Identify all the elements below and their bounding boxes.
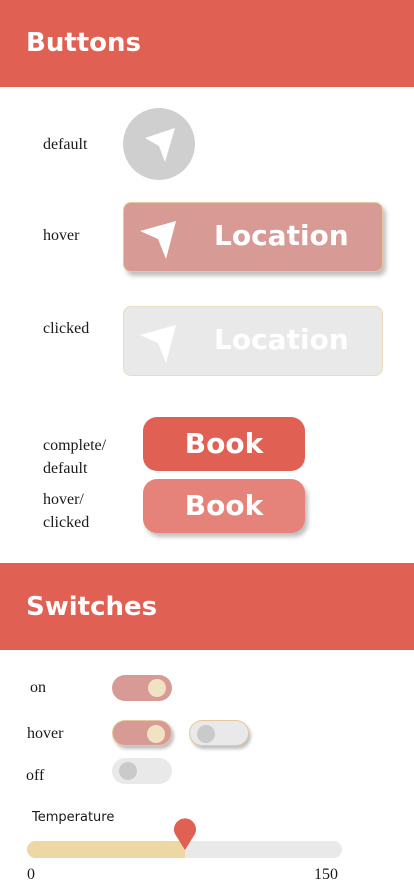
- book-button-default[interactable]: Book: [143, 417, 305, 471]
- toggle-knob: [148, 679, 166, 697]
- slider-label: Temperature: [32, 810, 115, 825]
- location-button-label: Location: [214, 219, 349, 252]
- book-button-hover[interactable]: Book: [143, 479, 305, 533]
- state-label-clicked: clicked: [43, 320, 90, 337]
- buttons-header: Buttons: [0, 0, 414, 87]
- state-label-hover: hover: [43, 227, 80, 244]
- switch-label-hover: hover: [27, 725, 64, 742]
- slider-min-label: 0: [27, 866, 35, 883]
- buttons-title: Buttons: [26, 28, 142, 58]
- toggle-switch-hover-off[interactable]: [189, 720, 249, 746]
- location-button-label: Location: [214, 323, 349, 356]
- location-icon-button-default[interactable]: [123, 108, 195, 180]
- state-label-hover-clicked-2: clicked: [43, 514, 90, 531]
- state-label-hover-clicked-1: hover/: [43, 491, 84, 508]
- toggle-switch-off[interactable]: [112, 758, 172, 784]
- navigation-arrow-icon: [140, 325, 176, 363]
- switches-title: Switches: [26, 592, 158, 622]
- location-button-clicked[interactable]: Location: [123, 306, 383, 376]
- temperature-slider-fill: [27, 841, 185, 858]
- switches-header: Switches: [0, 563, 414, 650]
- toggle-switch-on[interactable]: [112, 675, 172, 701]
- toggle-knob: [197, 725, 215, 743]
- navigation-arrow-icon: [140, 221, 176, 259]
- toggle-switch-hover-on[interactable]: [112, 720, 172, 746]
- switch-label-on: on: [30, 679, 46, 696]
- navigation-arrow-icon: [145, 128, 175, 162]
- state-label-default: default: [43, 136, 88, 153]
- slider-thumb-pin-icon[interactable]: [172, 814, 198, 850]
- location-button-hover[interactable]: Location: [123, 202, 383, 272]
- switch-label-off: off: [26, 767, 45, 784]
- state-label-complete-1: complete/: [43, 437, 107, 454]
- toggle-knob: [119, 762, 137, 780]
- state-label-complete-2: default: [43, 460, 88, 477]
- slider-max-label: 150: [314, 866, 338, 883]
- toggle-knob: [147, 725, 165, 743]
